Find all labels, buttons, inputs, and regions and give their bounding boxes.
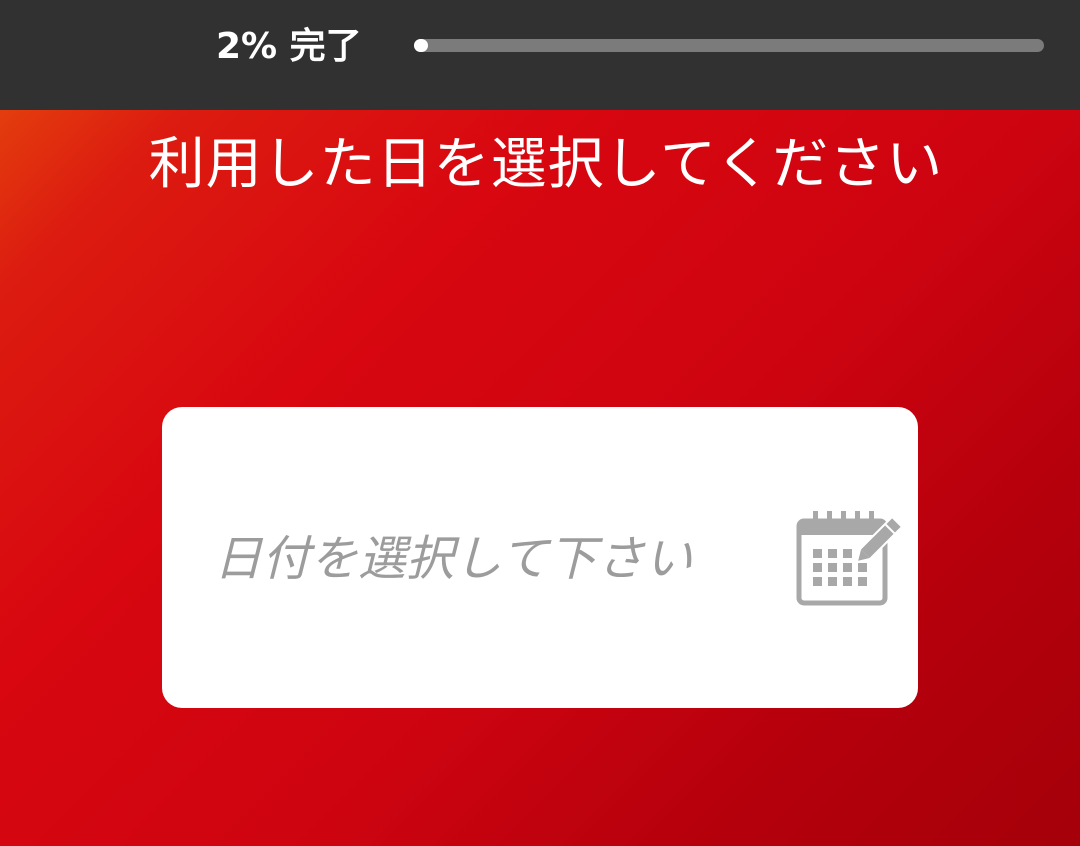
progress-bar <box>414 39 1044 52</box>
progress-bar-fill <box>414 39 428 52</box>
survey-page: 2% 完了 利用した日を選択してください 日付を選択して下さい <box>0 0 1080 846</box>
question-title: 利用した日を選択してください <box>148 132 944 197</box>
date-placeholder: 日付を選択して下さい <box>214 531 693 587</box>
progress-label: 2% 完了 <box>216 26 362 67</box>
calendar-edit-icon[interactable] <box>794 507 912 609</box>
date-picker-field[interactable]: 日付を選択して下さい <box>162 407 918 708</box>
progress-header: 2% 完了 <box>0 0 1080 110</box>
